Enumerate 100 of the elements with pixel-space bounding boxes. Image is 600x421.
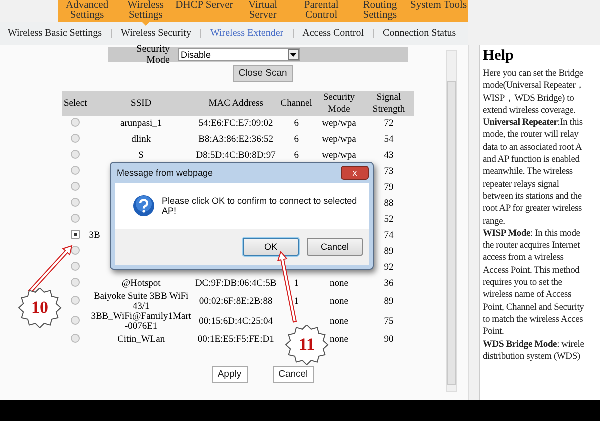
help-text: to match the wireless Acces — [483, 314, 584, 326]
help-text: WISP，WDS Bridge) to — [483, 92, 576, 105]
radio-button[interactable] — [71, 118, 80, 127]
cancel-button[interactable]: Cancel — [307, 238, 363, 256]
table-cell-text: 6 — [293, 134, 300, 147]
radio-button[interactable] — [71, 166, 80, 175]
column-header: MAC Address — [193, 91, 279, 116]
help-text: the router acquires Internet — [483, 240, 582, 252]
submenu-tab[interactable]: Wireless Security — [111, 29, 200, 38]
table-cell-text: 90 — [383, 334, 395, 347]
table-cell-text: B8:A3:86:E2:36:52 — [198, 134, 275, 147]
cancel-button[interactable]: Cancel — [272, 366, 314, 383]
radio-button[interactable] — [71, 182, 80, 191]
radio-button[interactable] — [71, 230, 80, 239]
radio-button[interactable] — [71, 334, 80, 343]
table-cell-text: 36 — [383, 278, 395, 291]
table-cell: wep/wpa — [314, 116, 364, 132]
menu-tab[interactable]: Parental Control — [292, 0, 351, 22]
column-header: Channel — [278, 91, 314, 116]
table-cell-text: 54 — [383, 134, 395, 147]
radio-button[interactable] — [71, 246, 80, 255]
table-cell-text: 00:02:6F:8E:2B:88 — [198, 296, 274, 309]
help-text: extend wireless coverage. — [483, 104, 577, 118]
radio-button[interactable] — [71, 198, 80, 207]
table-cell-text: 1 — [293, 278, 300, 291]
table-cell: 6 — [278, 116, 314, 132]
table-cell: arunpasi_1 — [89, 116, 194, 132]
dialog-title: Message from webpage — [117, 168, 214, 178]
table-cell-text: 79 — [383, 182, 395, 195]
help-text: Universal Repeater:In this — [483, 117, 584, 130]
menu-tab[interactable]: Routing Settings — [350, 0, 410, 22]
table-cell-text: Baiyoke Suite 3BB WiFi 43/1 — [92, 292, 190, 312]
field-label: Security Mode — [136, 44, 170, 66]
column-header: Select — [62, 91, 90, 116]
table-cell-text: wep/wpa — [321, 134, 358, 147]
menu-tab[interactable]: DHCP Server — [175, 0, 234, 22]
radio-button[interactable] — [71, 134, 80, 143]
submenu-tab[interactable]: Access Control — [292, 29, 374, 38]
radio-button[interactable] — [71, 316, 80, 325]
table-cell: 54:E6:FC:E7:09:02 — [193, 116, 279, 132]
table-cell-text: dlink — [130, 134, 152, 147]
table-cell-text: 1 — [293, 296, 300, 309]
table-cell-text: none — [328, 316, 350, 329]
table-cell-text: none — [328, 278, 350, 291]
submenu-tab[interactable]: Wireless Extender — [200, 29, 293, 38]
help-text: mode, the router will relay — [483, 129, 580, 142]
help-text: WDS Bridge Mode: wirele — [483, 338, 586, 351]
menu-tab[interactable]: Virtual Server — [234, 0, 292, 22]
table-cell-text: 3BB_WiFi@Family1Mart -0076E1 — [90, 312, 192, 332]
dialog-message: Please click OK to confirm to connect to selected AP! — [162, 196, 358, 216]
table-cell: 72 — [364, 116, 414, 132]
table-cell-text: 43 — [383, 150, 395, 163]
close-scan-button[interactable]: Close Scan — [232, 65, 294, 82]
help-text: wireless name of Access — [483, 289, 573, 302]
help-text: meanwhile. The wireless — [483, 166, 574, 179]
radio-button[interactable] — [71, 278, 80, 287]
security-mode-dropdown[interactable]: Disable — [178, 48, 300, 61]
column-header: SSID — [89, 91, 194, 116]
table-cell-text: Citin_WLan — [116, 334, 166, 347]
radio-button[interactable] — [71, 296, 80, 305]
menu-tab[interactable]: System Tools — [409, 0, 468, 22]
table-cell-text: 92 — [383, 262, 395, 275]
table-cell-text: 88 — [383, 198, 395, 211]
callout-badge: 11 — [285, 325, 329, 365]
apply-button[interactable]: Apply — [212, 366, 248, 383]
table-cell-text: S — [138, 150, 145, 163]
table-cell-text: 89 — [383, 296, 395, 309]
table-cell: @Hotspot — [89, 276, 194, 292]
scrollbar[interactable] — [446, 50, 457, 392]
help-text: WISP Mode: In this mode — [483, 228, 582, 240]
radio-button[interactable] — [71, 214, 80, 223]
help-text: access from a wireless — [483, 252, 565, 265]
radio-button[interactable] — [71, 150, 80, 159]
help-text: requires you to set the — [483, 277, 564, 290]
table-cell-text: none — [328, 296, 350, 309]
help-text: mode(Universal Repeater， — [483, 80, 587, 93]
help-text: Here you can set the Bridge — [483, 68, 584, 80]
table-cell-text: 89 — [383, 246, 395, 259]
table-cell-text: 6 — [293, 150, 300, 163]
table-cell-text: 74 — [383, 230, 395, 243]
menu-tab[interactable]: Advanced Settings — [58, 0, 117, 22]
radio-button[interactable] — [71, 262, 80, 271]
help-text: root AP for greater wireless — [483, 203, 584, 216]
table-cell-text: 3B — [89, 230, 102, 243]
close-button[interactable]: x — [341, 166, 369, 180]
submenu-tab[interactable]: Wireless Basic Settings — [8, 29, 112, 38]
submenu-tab[interactable]: Connection Status — [373, 29, 466, 38]
help-text: distribution system (WDS) — [483, 350, 582, 364]
help-text: and AP function is enabled — [483, 154, 581, 166]
ok-button[interactable]: OK — [243, 238, 299, 256]
table-cell-text: none — [328, 334, 350, 347]
help-text: repeater relays signal — [483, 178, 560, 191]
help-text: range. — [483, 216, 506, 228]
table-cell-text: 75 — [383, 316, 395, 329]
help-text: Point, Channel and Security — [483, 302, 586, 314]
callout-badge: 10 — [18, 288, 62, 328]
table-cell-text: D8:5D:4C:B0:8D:97 — [195, 150, 277, 163]
scrollbar-thumb[interactable] — [447, 81, 456, 385]
table-cell-text: 00:1E:E5:F5:FE:D1 — [196, 334, 276, 347]
table-cell-text: wep/wpa — [321, 150, 358, 163]
